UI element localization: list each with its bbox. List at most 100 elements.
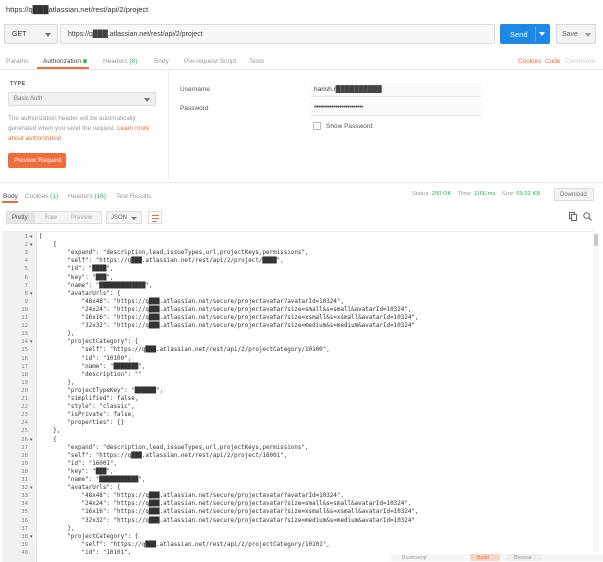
line-number: 1 xyxy=(24,234,28,240)
code-line: "16x16": "https://q███.atlassian.net/sec… xyxy=(39,315,419,321)
download-button[interactable]: Download xyxy=(554,188,594,201)
fold-toggle-icon[interactable]: ▾ xyxy=(30,437,33,443)
line-number: 16 xyxy=(21,355,28,362)
chevron-down-icon xyxy=(45,33,51,37)
line-number: 30 xyxy=(21,468,28,475)
size-label: Size: xyxy=(501,191,515,197)
password-input[interactable]: ••••••••••••••••••••••••• xyxy=(311,102,481,116)
method-select[interactable]: GET xyxy=(4,24,58,44)
chevron-down-icon[interactable] xyxy=(585,33,591,37)
line-number: 2 xyxy=(24,242,28,249)
save-button[interactable]: Save xyxy=(556,24,596,44)
line-number: 38 xyxy=(21,533,28,540)
line-number: 10 xyxy=(21,306,28,313)
view-mode-group: Pretty Raw Preview xyxy=(6,211,102,224)
tab-prerequest-script[interactable]: Pre-request Script xyxy=(184,58,236,65)
code-line: "24x24": "https://q███.atlassian.net/sec… xyxy=(39,306,412,313)
fold-toggle-icon[interactable]: ▾ xyxy=(30,291,33,297)
url-input[interactable]: https://q███.atlassian.net/rest/api/2/pr… xyxy=(60,24,495,44)
scrollbar-thumb[interactable] xyxy=(594,234,598,246)
comments-link[interactable]: Comments xyxy=(565,58,596,65)
response-tab-headers[interactable]: Headers (16) xyxy=(68,193,106,200)
username-value: harish.r██████████ xyxy=(314,86,382,93)
username-input[interactable]: harish.r██████████ xyxy=(311,83,481,97)
code-line: "isPrivate": false, xyxy=(39,412,135,419)
line-number: 19 xyxy=(21,379,28,386)
status-label: Status: xyxy=(412,191,431,197)
code-line: "48x48": "https://q███.atlassian.net/sec… xyxy=(39,298,344,305)
show-password-checkbox[interactable] xyxy=(313,122,321,130)
fold-toggle-icon[interactable]: ▾ xyxy=(30,242,33,248)
fold-toggle-icon[interactable]: ▾ xyxy=(30,234,33,240)
response-tab-headers-label: Headers xyxy=(68,193,93,200)
bootcamp-link[interactable]: Bootcamp xyxy=(402,555,427,561)
code-line: "projectTypeKey": "██████", xyxy=(39,387,164,394)
chevron-down-icon xyxy=(144,98,150,102)
auth-type-select[interactable]: Basic Auth xyxy=(8,92,156,106)
line-number: 40 xyxy=(21,549,28,556)
code-line: }, xyxy=(39,525,75,532)
tab-params[interactable]: Params xyxy=(6,58,28,65)
cookies-link[interactable]: Cookies xyxy=(518,58,541,65)
tab-authorization[interactable]: Authorization xyxy=(43,58,87,65)
response-body-viewer[interactable]: 1 ▾ 2 ▾ 3 4 5 6 7 8 ▾ 9 10 11 12 13 14 ▾ 15 16 17 18 19 20 21 22 2… xyxy=(2,231,594,562)
code-link[interactable]: Code xyxy=(545,58,561,65)
line-number: 26 xyxy=(21,436,28,443)
fold-toggle-icon[interactable]: ▾ xyxy=(30,534,33,540)
line-number: 11 xyxy=(21,315,28,321)
line-number: 39 xyxy=(21,541,28,548)
chevron-down-icon[interactable] xyxy=(539,32,545,36)
response-tab-test-results[interactable]: Test Results xyxy=(116,193,151,200)
url-value: https://q███.atlassian.net/rest/api/2/pr… xyxy=(68,31,203,38)
wrap-lines-button[interactable] xyxy=(148,211,162,224)
line-number: 22 xyxy=(21,404,28,411)
code-line: }, xyxy=(39,379,75,386)
vertical-scrollbar[interactable] xyxy=(593,232,599,552)
line-number: 36 xyxy=(21,517,28,524)
active-response-tab-indicator xyxy=(2,201,18,203)
wrap-lines-icon-bar xyxy=(152,218,159,219)
auth-type-label: TYPE xyxy=(10,81,26,87)
send-button[interactable]: Send xyxy=(500,24,550,44)
response-tab-cookies[interactable]: Cookies (1) xyxy=(25,193,58,200)
line-number: 32 xyxy=(21,485,28,492)
fold-toggle-icon[interactable]: ▾ xyxy=(30,339,33,345)
preview-button[interactable]: Preview xyxy=(71,215,92,221)
preview-request-button[interactable]: Preview Request xyxy=(8,153,66,168)
tab-tests[interactable]: Tests xyxy=(249,58,264,65)
tab-headers[interactable]: Headers (8) xyxy=(103,58,137,65)
format-select[interactable]: JSON xyxy=(106,211,142,224)
response-tab-cookies-count: (1) xyxy=(50,193,59,200)
search-icon[interactable] xyxy=(583,212,592,221)
code-line: "id": "10100", xyxy=(39,355,132,362)
preview-request-label: Preview Request xyxy=(14,157,62,164)
code-line: "name": "███████████", xyxy=(39,477,146,483)
code-line: "projectCategory": { xyxy=(39,339,139,346)
chevron-down-icon xyxy=(131,217,137,220)
copy-icon[interactable] xyxy=(569,212,577,221)
code-line: "48x48": "https://q███.atlassian.net/sec… xyxy=(39,493,344,500)
browse-button[interactable]: Browse xyxy=(506,554,542,561)
line-number: 34 xyxy=(21,501,28,508)
line-number: 31 xyxy=(21,477,28,483)
auth-description: The authorization header will be automat… xyxy=(8,114,158,144)
code-line: "24x24": "https://q███.atlassian.net/sec… xyxy=(39,501,412,508)
pretty-button[interactable]: Pretty xyxy=(12,215,28,221)
line-number: 3 xyxy=(24,250,28,257)
code-line: }, xyxy=(39,428,61,435)
build-button[interactable]: Build xyxy=(470,554,500,561)
code-line: { xyxy=(39,436,57,443)
code-line: "projectCategory": { xyxy=(39,533,139,540)
status-value: 200 OK xyxy=(431,191,452,197)
tab-body[interactable]: Body xyxy=(154,58,169,65)
code-line: "32x32": "https://q███.atlassian.net/sec… xyxy=(39,517,415,524)
fold-toggle-icon[interactable]: ▾ xyxy=(30,485,33,491)
line-number: 20 xyxy=(21,387,28,394)
line-number: 17 xyxy=(21,363,28,370)
code-line: "expand": "description,lead,issueTypes,u… xyxy=(39,444,309,451)
active-dot-icon xyxy=(82,59,87,64)
raw-button[interactable]: Raw xyxy=(45,215,57,221)
code-line: "key": "███", xyxy=(39,274,114,281)
time-value: 1166 ms xyxy=(473,191,496,197)
response-tab-body[interactable]: Body xyxy=(3,193,18,200)
